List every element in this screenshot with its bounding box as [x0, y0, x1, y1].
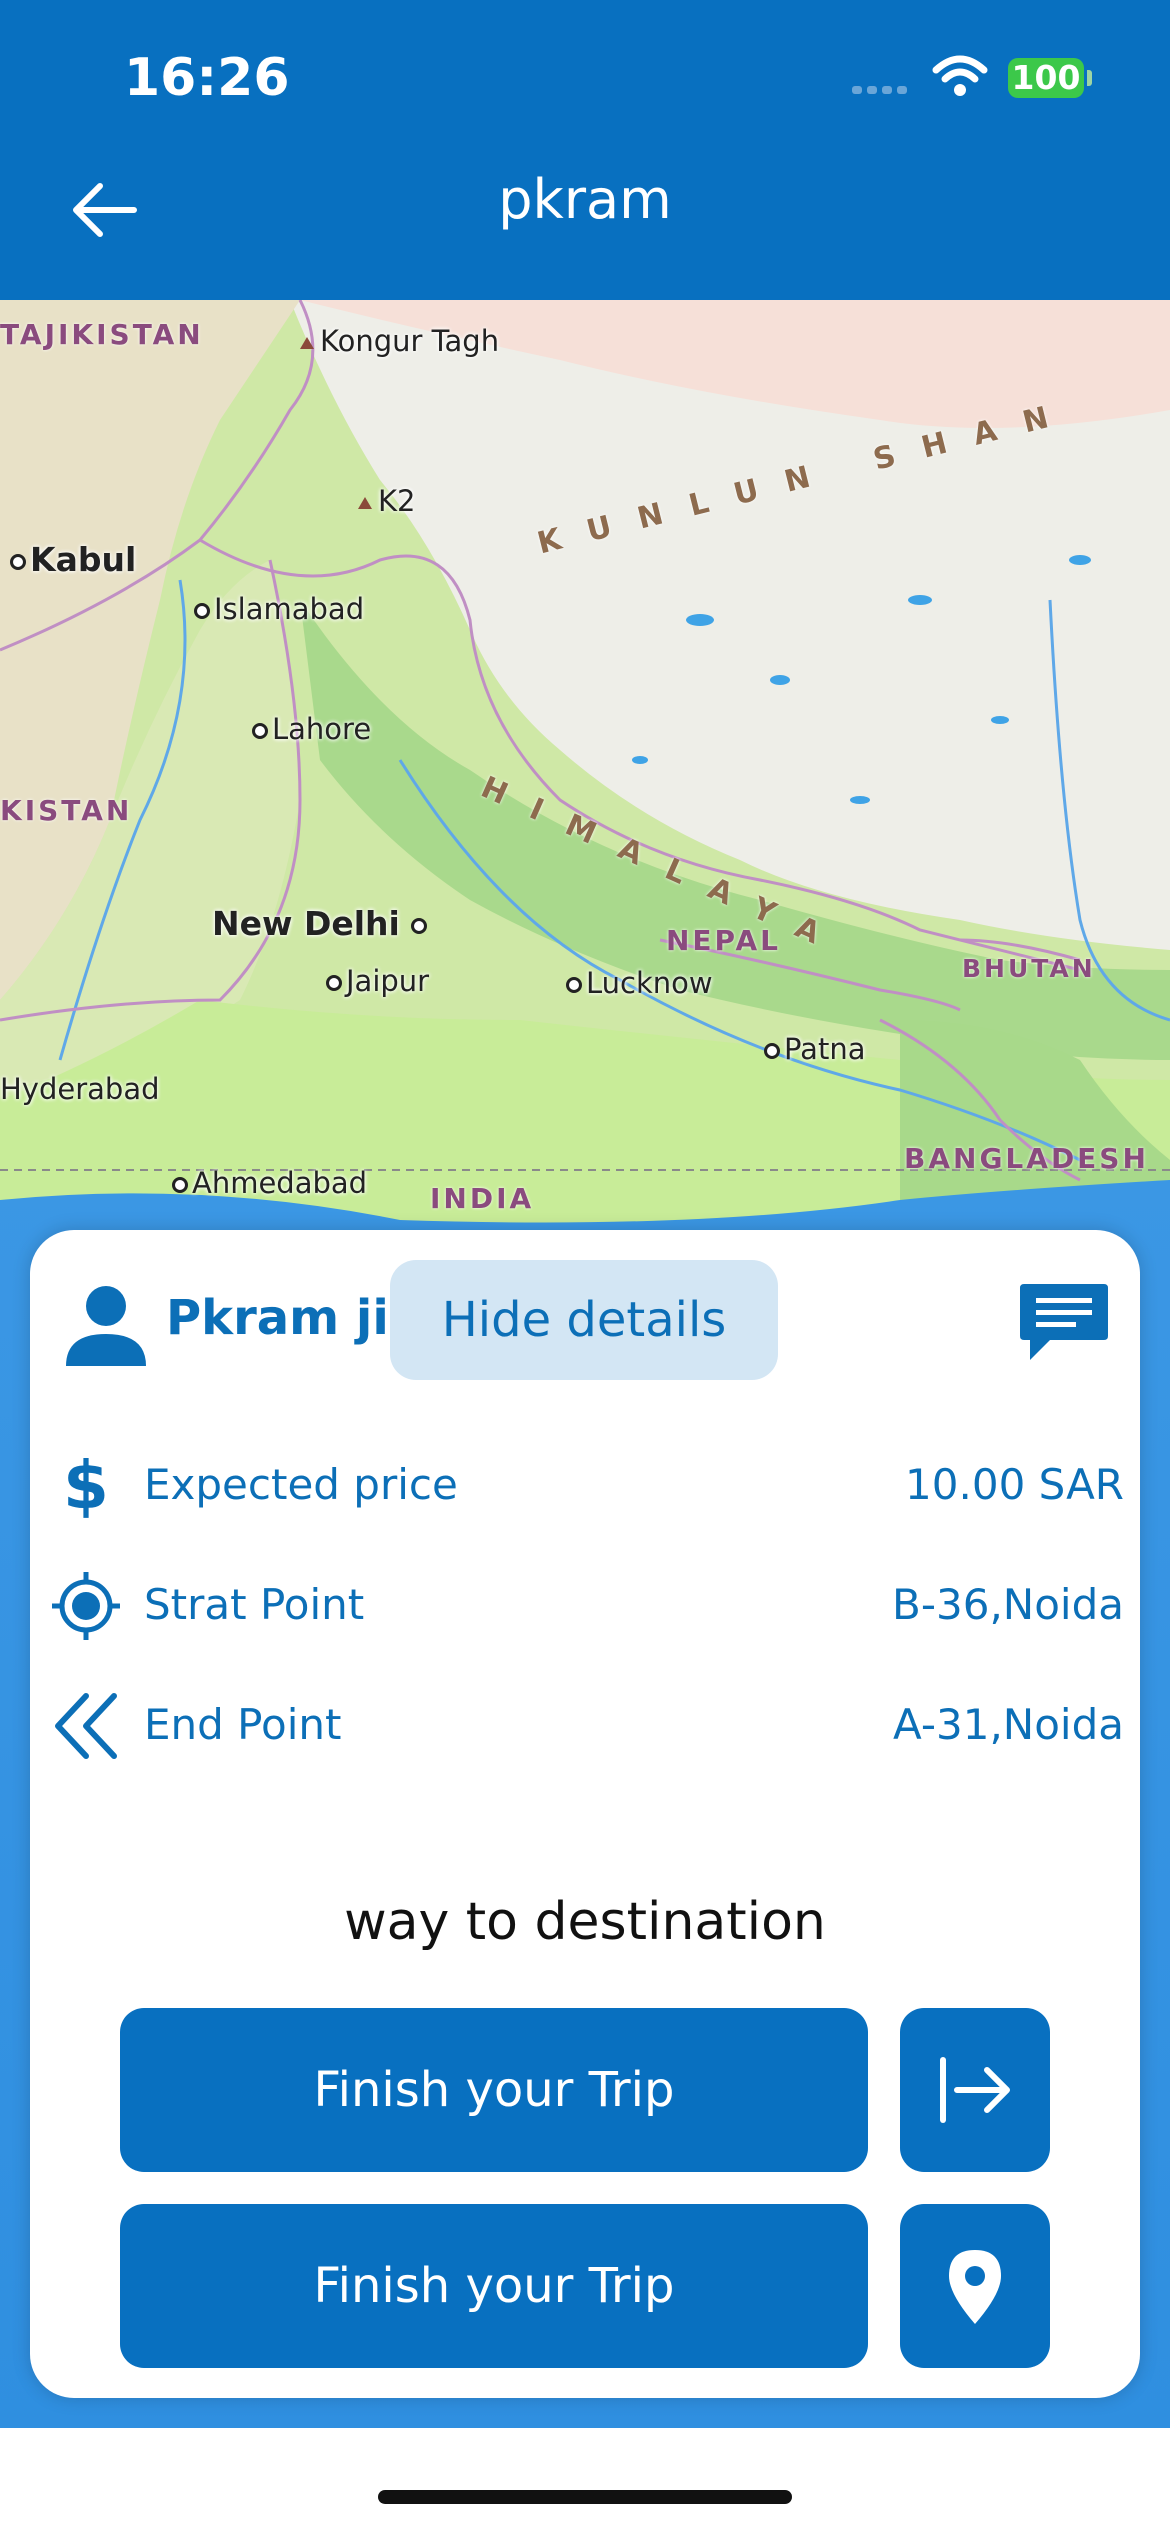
map-label-k2: K2	[358, 484, 415, 518]
end-point-row: End Point A-31,Noida	[30, 1676, 1140, 1776]
expected-price-label: Expected price	[144, 1460, 458, 1509]
map-label-tajikistan: TAJIKISTAN	[0, 318, 204, 351]
map-label-kabul: Kabul	[10, 540, 136, 579]
end-point-label: End Point	[144, 1700, 342, 1749]
wifi-icon	[932, 55, 988, 96]
map-label-new-delhi: New Delhi	[212, 904, 431, 943]
map-label-kongur: Kongur Tagh	[300, 324, 499, 358]
expected-price-value: 10.00 SAR	[905, 1460, 1124, 1509]
double-chevron-left-icon	[55, 1693, 117, 1759]
peak-icon	[358, 497, 372, 509]
end-point-value: A-31,Noida	[893, 1700, 1124, 1749]
status-bar: 16:26 100	[0, 0, 1170, 150]
map-label-bangladesh: BANGLADESH	[904, 1142, 1149, 1175]
city-dot-icon	[172, 1177, 188, 1193]
map-label-islamabad: Islamabad	[194, 592, 364, 626]
bottom-safe-area	[0, 2428, 1170, 2532]
home-indicator[interactable]	[378, 2490, 792, 2504]
map-label-india: INDIA	[430, 1182, 535, 1215]
svg-text:$: $	[63, 1450, 109, 1522]
start-point-row: Strat Point B-36,Noida	[30, 1556, 1140, 1656]
finish-trip-button-2[interactable]: Finish your Trip	[120, 2204, 868, 2368]
map-label-kistan: KISTAN	[0, 794, 133, 827]
city-dot-icon	[566, 977, 582, 993]
map-label-patna: Patna	[764, 1032, 865, 1066]
location-pin-icon	[949, 2250, 1001, 2324]
expected-price-row: $ Expected price 10.00 SAR	[30, 1436, 1140, 1536]
battery-indicator: 100	[1008, 58, 1084, 98]
city-dot-icon	[252, 723, 268, 739]
exit-trip-icon-button[interactable]	[900, 2008, 1050, 2172]
city-dot-icon	[764, 1043, 780, 1059]
nav-bar: pkram	[0, 150, 1170, 300]
city-dot-icon	[10, 553, 26, 570]
dollar-icon: $	[63, 1450, 109, 1522]
battery-tip	[1087, 70, 1092, 86]
map-label-ahmedabad: Ahmedabad	[172, 1166, 367, 1200]
start-point-label: Strat Point	[144, 1580, 365, 1629]
start-point-value: B-36,Noida	[892, 1580, 1124, 1629]
map-label-bhutan: BHUTAN	[962, 954, 1096, 983]
exit-arrow-icon	[940, 2057, 1010, 2123]
cellular-signal-icon	[852, 86, 907, 94]
trip-details-card: Pkram ji Hide details $ Expected price 1…	[30, 1230, 1140, 2398]
city-dot-icon	[411, 917, 428, 934]
location-icon-button[interactable]	[900, 2204, 1050, 2368]
finish-trip-button[interactable]: Finish your Trip	[120, 2008, 868, 2172]
map-label-nepal: NEPAL	[666, 924, 782, 957]
chat-button[interactable]	[1016, 1274, 1112, 1370]
map-label-jaipur: Jaipur	[326, 964, 429, 998]
page-title: pkram	[498, 168, 672, 231]
way-to-destination-title: way to destination	[344, 1892, 826, 1952]
chat-icon	[1020, 1284, 1108, 1360]
map-label-hyderabad: Hyderabad	[0, 1072, 160, 1106]
city-dot-icon	[194, 603, 210, 619]
map-label-lahore: Lahore	[252, 712, 371, 746]
user-icon	[66, 1286, 146, 1366]
peak-icon	[300, 337, 314, 349]
driver-name: Pkram ji	[166, 1290, 389, 1346]
crosshair-icon	[52, 1572, 120, 1640]
hide-details-button[interactable]: Hide details	[390, 1260, 778, 1380]
map-label-lucknow: Lucknow	[566, 966, 713, 1000]
city-dot-icon	[326, 975, 342, 991]
status-time: 16:26	[124, 48, 290, 108]
